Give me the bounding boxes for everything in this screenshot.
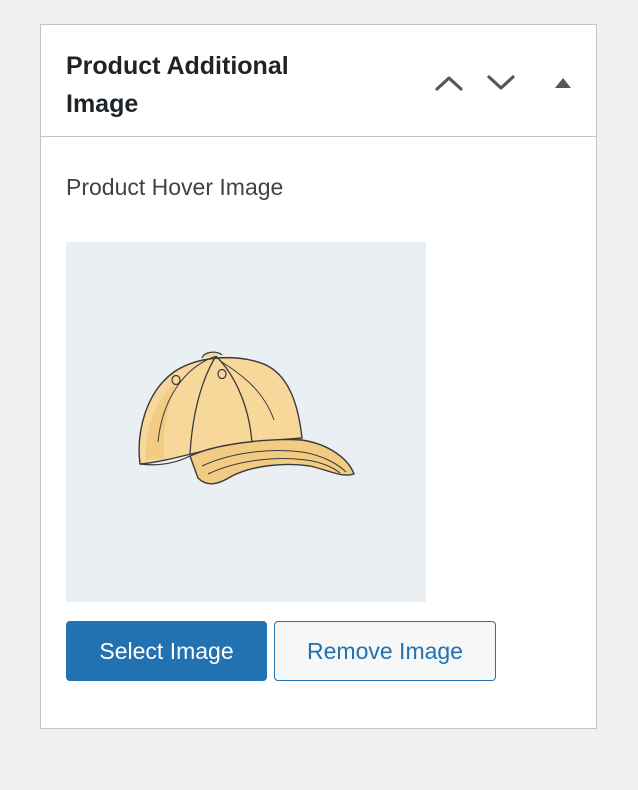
move-down-button[interactable]	[481, 63, 521, 103]
field-label: Product Hover Image	[66, 174, 284, 200]
metabox-header: Product Additional Image	[41, 25, 596, 137]
product-additional-image-metabox: Product Additional Image Product Hover I…	[40, 24, 597, 729]
chevron-down-icon	[487, 75, 515, 90]
select-image-button[interactable]: Select Image	[66, 621, 267, 681]
triangle-up-icon	[555, 78, 571, 88]
remove-image-button[interactable]: Remove Image	[274, 621, 496, 681]
baseball-cap-image	[138, 351, 355, 485]
move-up-button[interactable]	[429, 63, 469, 103]
chevron-up-icon	[435, 76, 463, 91]
metabox-title: Product Additional Image	[66, 52, 289, 118]
hover-image-preview[interactable]	[66, 242, 426, 602]
toggle-panel-button[interactable]	[543, 63, 583, 103]
